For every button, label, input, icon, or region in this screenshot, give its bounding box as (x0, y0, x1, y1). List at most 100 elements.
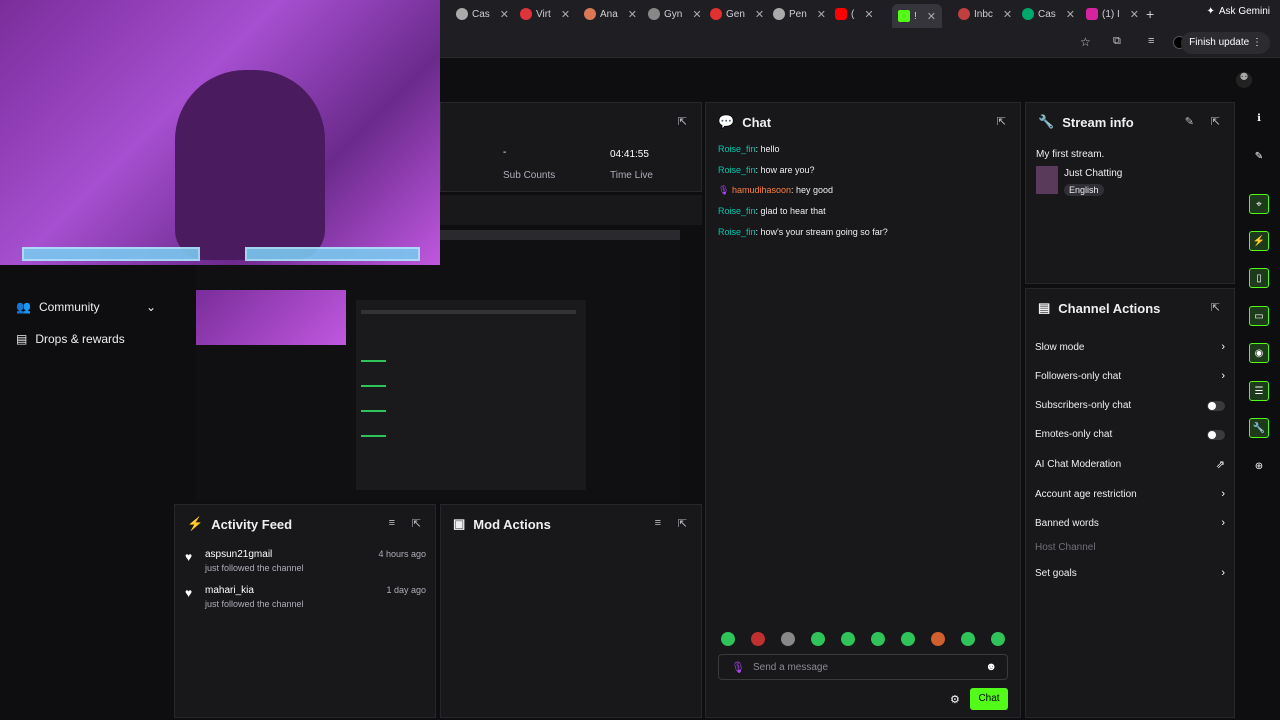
chat-message: Roise_fin: how are you? (718, 165, 815, 175)
close-icon[interactable]: ✕ (1003, 8, 1012, 21)
browser-tab[interactable]: Cas ✕ (1022, 4, 1075, 24)
chat-text: : hello (755, 144, 780, 154)
browser-tab[interactable]: (✕ (835, 4, 874, 24)
emote-icon[interactable] (991, 632, 1005, 646)
subscribers-only-toggle[interactable] (1207, 400, 1225, 411)
emotes-only-toggle[interactable] (1207, 429, 1225, 440)
chat-send-button[interactable]: Chat (970, 688, 1008, 710)
list-icon[interactable]: ☰ (1249, 381, 1269, 401)
emoji-icon[interactable]: ☻ (985, 661, 997, 673)
close-icon[interactable]: ✕ (500, 8, 509, 21)
popout-icon[interactable]: ⇱ (678, 517, 687, 530)
close-icon[interactable]: ✕ (628, 8, 637, 21)
bookmark-star-icon[interactable]: ☆ (1080, 35, 1091, 49)
browser-tab[interactable]: (1) I ✕ (1086, 4, 1139, 24)
popout-icon[interactable]: ⇱ (678, 115, 687, 128)
activity-username[interactable]: mahari_kia (205, 585, 254, 596)
bolt-icon[interactable]: ⚡ (1249, 231, 1269, 251)
close-icon[interactable]: ✕ (1066, 8, 1075, 21)
close-icon[interactable]: ✕ (864, 8, 873, 21)
channel-action-account-age[interactable]: Account age restriction › (1035, 488, 1225, 500)
chat-input[interactable]: 🎙 Send a message ☻ (718, 654, 1008, 680)
wrench-icon[interactable]: 🔧 (1249, 418, 1269, 438)
left-sidebar: 👥 Community ⌄ ▤ Drops & rewards (0, 265, 172, 720)
chevron-right-icon: › (1221, 517, 1225, 529)
emote-icon[interactable] (781, 632, 795, 646)
microphone-icon[interactable]: 🎙 (731, 661, 745, 674)
close-icon[interactable]: ✕ (755, 8, 764, 21)
chat-username[interactable]: Roise_fin (718, 227, 756, 237)
info-icon[interactable]: ℹ (1249, 108, 1269, 128)
popout-icon[interactable]: ⇱ (997, 115, 1006, 128)
close-icon[interactable]: ✕ (1130, 8, 1139, 21)
filter-icon[interactable]: ≡ (655, 517, 661, 529)
user-avatar[interactable]: ⚉ (1236, 72, 1252, 88)
time-live-value: 04:41:55 (610, 149, 649, 160)
sidebar-item-community[interactable]: 👥 Community ⌄ (16, 300, 156, 314)
browser-tab[interactable]: Ana ✕ (584, 4, 637, 24)
browser-tab[interactable]: Gen ✕ (710, 4, 764, 24)
stream-category[interactable]: Just Chatting (1064, 168, 1122, 179)
close-icon[interactable]: ✕ (692, 8, 701, 21)
stream-info-title: 🔧 Stream info (1038, 114, 1134, 130)
tab-label: Gyn (664, 8, 683, 20)
tab-label: Inbc (974, 8, 993, 20)
browser-tab[interactable]: Gyn ✕ (648, 4, 702, 24)
close-icon[interactable]: ✕ (561, 8, 570, 21)
channel-action-banned-words[interactable]: Banned words › (1035, 517, 1225, 529)
channel-action-label: Emotes-only chat (1035, 429, 1113, 440)
channel-action-label: Account age restriction (1035, 488, 1137, 500)
gear-icon[interactable]: ⚙ (950, 693, 960, 706)
tab-label: Virt (536, 8, 551, 20)
preview-progress (361, 385, 386, 387)
popout-icon[interactable]: ⇱ (412, 517, 421, 530)
chat-username[interactable]: Roise_fin (718, 144, 756, 154)
new-tab-icon[interactable]: + (1146, 4, 1154, 24)
tab-favicon-icon (456, 8, 468, 20)
emote-icon[interactable] (751, 632, 765, 646)
stream-info-panel: 🔧 Stream info ✎ ⇱ My first stream. Just C… (1025, 102, 1235, 284)
emote-icon[interactable] (721, 632, 735, 646)
popout-icon[interactable]: ⇱ (1211, 301, 1220, 314)
close-icon[interactable]: ✕ (817, 8, 826, 21)
chat-username[interactable]: Roise_fin (718, 165, 756, 175)
close-icon[interactable]: ✕ (927, 10, 936, 23)
channel-action-ai-moderation[interactable]: AI Chat Moderation ⇗ (1035, 458, 1225, 471)
pencil-icon[interactable]: ✎ (1249, 146, 1269, 166)
language-tag: English (1064, 184, 1104, 196)
browser-tab[interactable]: Virt ✕ (520, 4, 570, 24)
media-icon[interactable]: ≡ (1148, 35, 1154, 47)
channel-action-followers-only[interactable]: Followers-only chat › (1035, 370, 1225, 382)
browser-tab-active[interactable]: ! ✕ (892, 4, 942, 28)
activity-username[interactable]: aspsun21gmail (205, 549, 272, 560)
filter-icon[interactable]: ≡ (389, 517, 395, 529)
emote-icon[interactable] (961, 632, 975, 646)
add-widget-icon[interactable]: ⊕ (1249, 456, 1269, 476)
cast-icon[interactable]: ⧉ (1113, 35, 1121, 48)
document-icon[interactable]: ▯ (1249, 268, 1269, 288)
emote-icon[interactable] (901, 632, 915, 646)
emote-icon[interactable] (931, 632, 945, 646)
finish-update-button[interactable]: Finish update ⋮ (1181, 32, 1270, 54)
popout-icon[interactable]: ⇱ (1211, 115, 1220, 128)
browser-tab[interactable]: Pen ✕ (773, 4, 826, 24)
chat-username[interactable]: Roise_fin (718, 206, 756, 216)
chat-username[interactable]: hamudihasoon (732, 185, 791, 195)
browser-tab[interactable]: Cas ✕ (456, 4, 509, 24)
channel-action-slow-mode[interactable]: Slow mode › (1035, 341, 1225, 353)
emote-icon[interactable] (871, 632, 885, 646)
channel-action-label: Host Channel (1035, 542, 1096, 553)
emote-icon[interactable] (811, 632, 825, 646)
activity-text: just followed the channel (205, 563, 304, 573)
target-icon[interactable]: ⌖ (1249, 194, 1269, 214)
channel-action-set-goals[interactable]: Set goals › (1035, 567, 1225, 579)
tab-favicon-icon (710, 8, 722, 20)
ask-gemini-button[interactable]: ✦ Ask Gemini (1206, 6, 1270, 17)
chat-bubble-icon[interactable]: ▭ (1249, 306, 1269, 326)
broadcast-icon[interactable]: ◉ (1249, 343, 1269, 363)
sidebar-item-drops[interactable]: ▤ Drops & rewards (16, 332, 125, 346)
browser-tab[interactable]: Inbc ✕ (958, 4, 1012, 24)
edit-icon[interactable]: ✎ (1185, 115, 1194, 128)
channel-actions-title-text: Channel Actions (1058, 300, 1161, 316)
emote-icon[interactable] (841, 632, 855, 646)
